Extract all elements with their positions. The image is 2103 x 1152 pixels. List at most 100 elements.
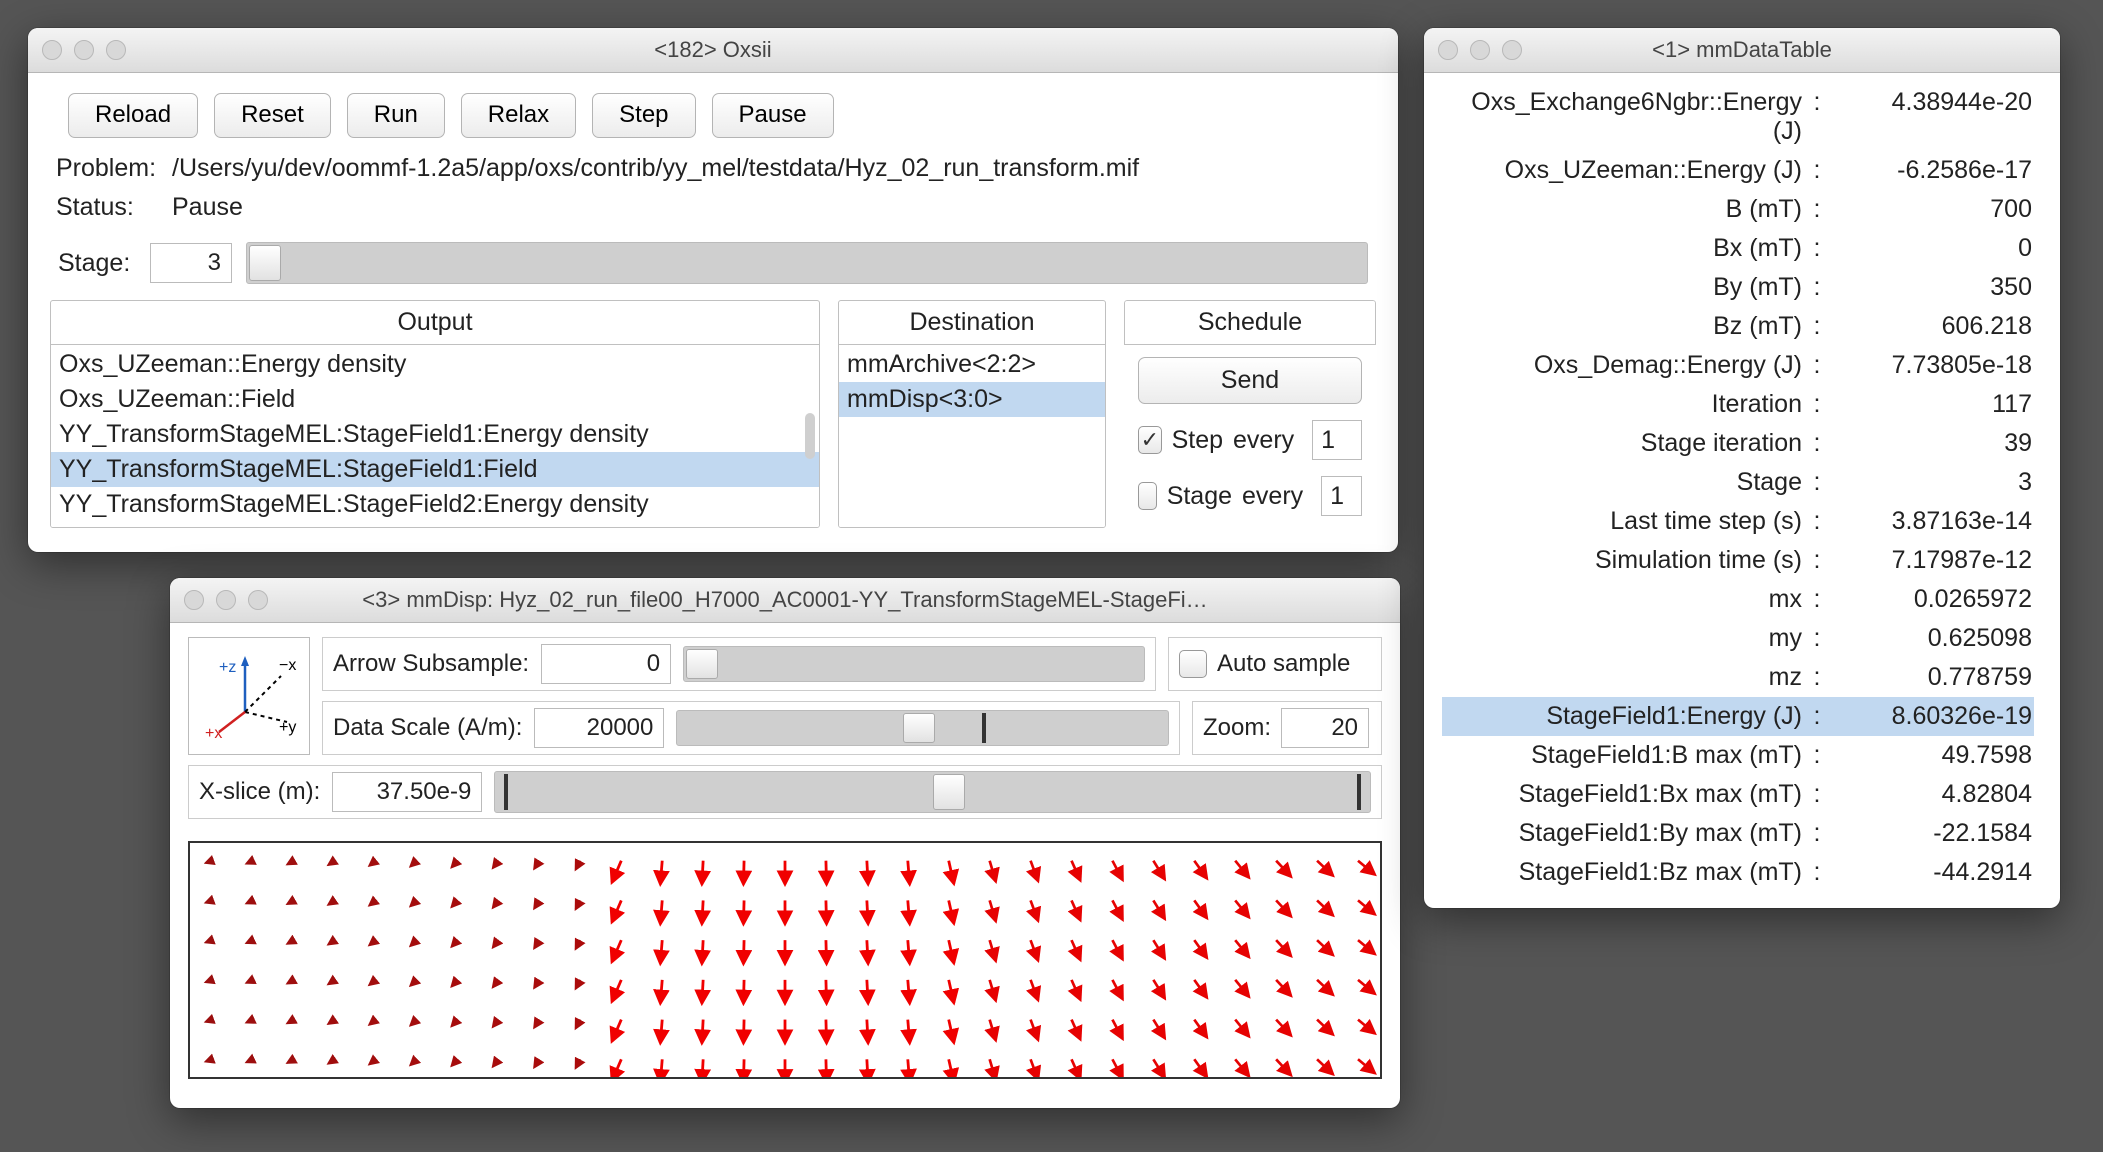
schedule-stage-every-input[interactable]: 1 bbox=[1321, 476, 1362, 516]
send-button[interactable]: Send bbox=[1138, 357, 1362, 404]
pause-button[interactable]: Pause bbox=[712, 93, 834, 138]
close-icon[interactable] bbox=[1438, 40, 1458, 60]
data-row-label: my bbox=[1444, 624, 1802, 653]
data-row[interactable]: mx:0.0265972 bbox=[1442, 580, 2034, 619]
window-traffic-lights[interactable] bbox=[42, 40, 126, 60]
destination-list-item[interactable]: mmDisp<3:0> bbox=[839, 382, 1105, 417]
data-row-value: 117 bbox=[1832, 390, 2032, 419]
xslice-slider[interactable] bbox=[494, 771, 1371, 813]
zoom-icon[interactable] bbox=[248, 590, 268, 610]
window-traffic-lights[interactable] bbox=[1438, 40, 1522, 60]
data-row[interactable]: StageField1:Bx max (mT):4.82804 bbox=[1442, 775, 2034, 814]
schedule-column: Schedule Send Step every 1 Stage every 1 bbox=[1124, 300, 1376, 528]
output-list-item[interactable]: YY_TransformStageMEL:StageField1:Field bbox=[51, 452, 819, 487]
stage-value[interactable]: 3 bbox=[150, 243, 232, 283]
close-icon[interactable] bbox=[42, 40, 62, 60]
window-traffic-lights[interactable] bbox=[184, 590, 268, 610]
data-row[interactable]: By (mT):350 bbox=[1442, 268, 2034, 307]
data-row[interactable]: Oxs_UZeeman::Energy (J):-6.2586e-17 bbox=[1442, 151, 2034, 190]
data-row-label: StageField1:Bx max (mT) bbox=[1444, 780, 1802, 809]
data-row-label: Bx (mT) bbox=[1444, 234, 1802, 263]
data-row[interactable]: Simulation time (s):7.17987e-12 bbox=[1442, 541, 2034, 580]
destination-listbox[interactable]: mmArchive<2:2>mmDisp<3:0> bbox=[839, 345, 1105, 527]
data-row-value: -22.1584 bbox=[1832, 819, 2032, 848]
data-row-value: 49.7598 bbox=[1832, 741, 2032, 770]
data-row-value: 39 bbox=[1832, 429, 2032, 458]
zoom-input[interactable]: 20 bbox=[1281, 708, 1369, 748]
zoom-label: Zoom: bbox=[1203, 714, 1271, 742]
svg-text:−x: −x bbox=[279, 657, 296, 674]
zoom-icon[interactable] bbox=[106, 40, 126, 60]
colon-separator: : bbox=[1810, 390, 1824, 419]
data-row-value: 0 bbox=[1832, 234, 2032, 263]
output-list-item[interactable]: Oxs_UZeeman::Energy density bbox=[51, 347, 819, 382]
schedule-stage-checkbox[interactable] bbox=[1138, 482, 1157, 510]
reset-button[interactable]: Reset bbox=[214, 93, 331, 138]
reload-button[interactable]: Reload bbox=[68, 93, 198, 138]
data-row[interactable]: Stage iteration:39 bbox=[1442, 424, 2034, 463]
schedule-stage-every-label: every bbox=[1242, 482, 1303, 511]
data-row[interactable]: Oxs_Exchange6Ngbr::Energy (J):4.38944e-2… bbox=[1442, 83, 2034, 151]
vector-field-display[interactable] bbox=[188, 841, 1382, 1079]
output-listbox[interactable]: Oxs_UZeeman::Energy densityOxs_UZeeman::… bbox=[51, 345, 819, 527]
data-scale-input[interactable]: 20000 bbox=[534, 708, 664, 748]
data-row-label: By (mT) bbox=[1444, 273, 1802, 302]
data-row[interactable]: StageField1:Energy (J):8.60326e-19 bbox=[1442, 697, 2034, 736]
minimize-icon[interactable] bbox=[216, 590, 236, 610]
data-row[interactable]: Bx (mT):0 bbox=[1442, 229, 2034, 268]
minimize-icon[interactable] bbox=[1470, 40, 1490, 60]
relax-button[interactable]: Relax bbox=[461, 93, 576, 138]
auto-sample-row: Auto sample bbox=[1168, 637, 1382, 691]
data-row[interactable]: Stage:3 bbox=[1442, 463, 2034, 502]
data-row[interactable]: StageField1:By max (mT):-22.1584 bbox=[1442, 814, 2034, 853]
output-header: Output bbox=[51, 301, 819, 345]
colon-separator: : bbox=[1810, 195, 1824, 224]
axis-orientation-icon[interactable]: +z −x +y +x bbox=[188, 637, 310, 755]
schedule-step-checkbox[interactable] bbox=[1138, 426, 1162, 454]
data-row[interactable]: mz:0.778759 bbox=[1442, 658, 2034, 697]
data-scale-slider[interactable] bbox=[676, 710, 1169, 746]
data-row-label: Last time step (s) bbox=[1444, 507, 1802, 536]
step-button[interactable]: Step bbox=[592, 93, 695, 138]
schedule-stage-label: Stage bbox=[1167, 482, 1232, 511]
oxsii-titlebar[interactable]: <182> Oxsii bbox=[28, 28, 1398, 73]
output-list-item[interactable]: YY_TransformStageMEL:StageField1:Energy … bbox=[51, 417, 819, 452]
mmdatatable-titlebar[interactable]: <1> mmDataTable bbox=[1424, 28, 2060, 73]
destination-list-item[interactable]: mmArchive<2:2> bbox=[839, 347, 1105, 382]
slider-thumb[interactable] bbox=[686, 649, 718, 679]
arrow-subsample-slider[interactable] bbox=[683, 646, 1145, 682]
data-row-label: mz bbox=[1444, 663, 1802, 692]
colon-separator: : bbox=[1810, 624, 1824, 653]
output-list-item[interactable]: Oxs_UZeeman::Field bbox=[51, 382, 819, 417]
slider-thumb[interactable] bbox=[903, 713, 935, 743]
data-row[interactable]: Bz (mT):606.218 bbox=[1442, 307, 2034, 346]
output-scrollbar[interactable] bbox=[805, 345, 817, 527]
close-icon[interactable] bbox=[184, 590, 204, 610]
arrow-subsample-input[interactable]: 0 bbox=[541, 644, 671, 684]
minimize-icon[interactable] bbox=[74, 40, 94, 60]
stage-slider[interactable] bbox=[246, 242, 1368, 284]
data-row[interactable]: my:0.625098 bbox=[1442, 619, 2034, 658]
data-row[interactable]: Oxs_Demag::Energy (J):7.73805e-18 bbox=[1442, 346, 2034, 385]
xslice-input[interactable]: 37.50e-9 bbox=[332, 772, 482, 812]
data-row[interactable]: B (mT):700 bbox=[1442, 190, 2034, 229]
oxsii-title: <182> Oxsii bbox=[654, 37, 771, 63]
problem-row: Problem: /Users/yu/dev/oommf-1.2a5/app/o… bbox=[56, 154, 1370, 183]
oxsii-toolbar: Reload Reset Run Relax Step Pause bbox=[68, 93, 1376, 138]
schedule-step-every-input[interactable]: 1 bbox=[1312, 420, 1362, 460]
data-row[interactable]: Iteration:117 bbox=[1442, 385, 2034, 424]
data-row-label: Simulation time (s) bbox=[1444, 546, 1802, 575]
zoom-icon[interactable] bbox=[1502, 40, 1522, 60]
auto-sample-checkbox[interactable] bbox=[1179, 650, 1207, 678]
slider-thumb[interactable] bbox=[933, 774, 965, 810]
stage-slider-thumb[interactable] bbox=[249, 245, 281, 281]
data-row[interactable]: Last time step (s):3.87163e-14 bbox=[1442, 502, 2034, 541]
mmdisp-titlebar[interactable]: <3> mmDisp: Hyz_02_run_file00_H7000_AC00… bbox=[170, 578, 1400, 623]
output-list-item[interactable]: YY_TransformStageMEL:StageField2:Energy … bbox=[51, 487, 819, 522]
data-row[interactable]: StageField1:Bz max (mT):-44.2914 bbox=[1442, 853, 2034, 892]
run-button[interactable]: Run bbox=[347, 93, 445, 138]
data-row[interactable]: StageField1:B max (mT):49.7598 bbox=[1442, 736, 2034, 775]
mmdatatable-window: <1> mmDataTable Oxs_Exchange6Ngbr::Energ… bbox=[1424, 28, 2060, 908]
auto-sample-label: Auto sample bbox=[1217, 650, 1350, 678]
colon-separator: : bbox=[1810, 312, 1824, 341]
